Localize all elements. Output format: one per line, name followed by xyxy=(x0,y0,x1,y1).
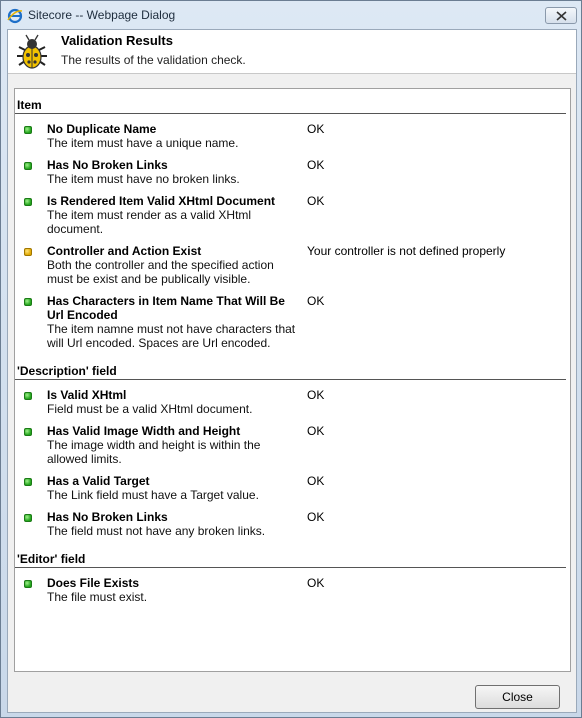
rule-name: Has No Broken Links xyxy=(47,510,168,524)
rule-info: Is Rendered Item Valid XHtml Document The… xyxy=(47,194,301,236)
rule-name: Has No Broken Links xyxy=(47,158,168,172)
status-warning-icon xyxy=(24,248,32,256)
dialog-window: Sitecore -- Webpage Dialog Validation Re… xyxy=(0,0,582,718)
status-ok-icon xyxy=(24,126,32,134)
bug-icon xyxy=(13,33,51,71)
results-list: Item No Duplicate Name The item must have … xyxy=(15,89,570,604)
result-section: Item No Duplicate Name The item must have … xyxy=(15,89,570,350)
close-icon xyxy=(556,11,567,21)
rule-info: Does File Exists The file must exist. xyxy=(47,576,301,604)
window-close-button[interactable] xyxy=(545,7,577,24)
rule-result: OK xyxy=(307,194,325,208)
header-title: Validation Results xyxy=(61,33,173,48)
dialog-client: Validation Results The results of the va… xyxy=(7,29,577,713)
rule-info: No Duplicate Name The item must have a un… xyxy=(47,122,301,150)
rule-name: Does File Exists xyxy=(47,576,140,590)
status-ok-icon xyxy=(24,392,32,400)
rule-result: OK xyxy=(307,158,325,172)
title-bar[interactable]: Sitecore -- Webpage Dialog xyxy=(1,1,581,31)
result-row: No Duplicate Name The item must have a un… xyxy=(15,114,570,150)
rule-info: Has Valid Image Width and Height The imag… xyxy=(47,424,301,466)
result-section: 'Editor' field Does File Exists The file m… xyxy=(15,538,570,604)
rule-description: The Link field must have a Target value. xyxy=(47,488,259,502)
section-title: 'Description' field xyxy=(15,350,566,380)
result-section: 'Description' field Is Valid XHtml Field m… xyxy=(15,350,570,538)
window-title: Sitecore -- Webpage Dialog xyxy=(28,8,176,22)
section-title: Item xyxy=(15,89,566,114)
header-subtitle: The results of the validation check. xyxy=(61,53,246,67)
close-button[interactable]: Close xyxy=(475,685,560,709)
rule-result: OK xyxy=(307,424,325,438)
rule-name: Has Valid Image Width and Height xyxy=(47,424,241,438)
rule-description: The item must render as a valid XHtml do… xyxy=(47,208,252,236)
rule-name: Is Rendered Item Valid XHtml Document xyxy=(47,194,276,208)
result-row: Has No Broken Links The item must have no… xyxy=(15,150,570,186)
rule-description: The file must exist. xyxy=(47,590,148,604)
rule-name: Controller and Action Exist xyxy=(47,244,202,258)
ie-icon xyxy=(7,8,23,24)
result-row: Does File Exists The file must exist. OK xyxy=(15,568,570,604)
rule-info: Has No Broken Links The field must not ha… xyxy=(47,510,301,538)
rule-description: Field must be a valid XHtml document. xyxy=(47,402,253,416)
result-row: Has Valid Image Width and Height The imag… xyxy=(15,416,570,466)
rule-name: No Duplicate Name xyxy=(47,122,157,136)
rule-info: Has No Broken Links The item must have no… xyxy=(47,158,301,186)
status-ok-icon xyxy=(24,162,32,170)
rule-result: OK xyxy=(307,294,325,308)
rule-result: OK xyxy=(307,510,325,524)
rule-info: Controller and Action Exist Both the cont… xyxy=(47,244,301,286)
rule-description: Both the controller and the specified ac… xyxy=(47,258,274,286)
rule-result: Your controller is not defined properly xyxy=(307,244,506,258)
rule-result: OK xyxy=(307,474,325,488)
status-ok-icon xyxy=(24,298,32,306)
result-row: Is Rendered Item Valid XHtml Document The… xyxy=(15,186,570,236)
status-ok-icon xyxy=(24,514,32,522)
section-title: 'Editor' field xyxy=(15,538,566,568)
rule-result: OK xyxy=(307,576,325,590)
rule-description: The image width and height is within the… xyxy=(47,438,261,466)
rule-name: Has Characters in Item Name That Will Be… xyxy=(47,294,285,322)
status-ok-icon xyxy=(24,428,32,436)
dialog-header: Validation Results The results of the va… xyxy=(8,30,576,74)
result-row: Controller and Action Exist Both the cont… xyxy=(15,236,570,286)
rule-description: The field must not have any broken links… xyxy=(47,524,266,538)
result-row: Has No Broken Links The field must not ha… xyxy=(15,502,570,538)
rule-name: Is Valid XHtml xyxy=(47,388,127,402)
results-panel[interactable]: Item No Duplicate Name The item must have … xyxy=(14,88,571,672)
rule-description: The item must have a unique name. xyxy=(47,136,239,150)
result-row: Has a Valid Target The Link field must ha… xyxy=(15,466,570,502)
rule-result: OK xyxy=(307,122,325,136)
rule-info: Is Valid XHtml Field must be a valid XHtm… xyxy=(47,388,301,416)
status-ok-icon xyxy=(24,198,32,206)
rule-description: The item must have no broken links. xyxy=(47,172,240,186)
rule-description: The item namne must not have characters … xyxy=(47,322,296,350)
rule-info: Has Characters in Item Name That Will Be… xyxy=(47,294,301,350)
result-row: Is Valid XHtml Field must be a valid XHtm… xyxy=(15,380,570,416)
rule-name: Has a Valid Target xyxy=(47,474,150,488)
status-ok-icon xyxy=(24,478,32,486)
rule-result: OK xyxy=(307,388,325,402)
result-row: Has Characters in Item Name That Will Be… xyxy=(15,286,570,350)
rule-info: Has a Valid Target The Link field must ha… xyxy=(47,474,301,502)
status-ok-icon xyxy=(24,580,32,588)
